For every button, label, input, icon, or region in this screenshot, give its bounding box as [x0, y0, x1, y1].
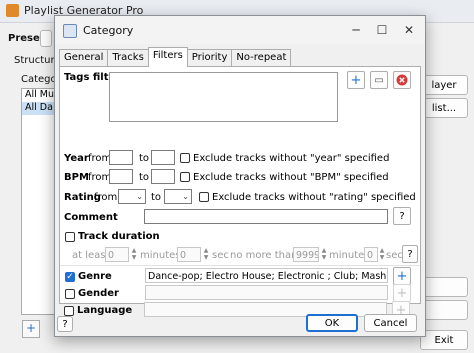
- min-sec-spinner[interactable]: ▲ ▼: [202, 247, 210, 262]
- max-sec-spinner[interactable]: ▲ ▼: [378, 247, 386, 262]
- year-from-input[interactable]: [109, 150, 133, 165]
- minutes-label: minutes: [140, 250, 181, 261]
- app-icon: [6, 4, 19, 17]
- comment-help-button[interactable]: ?: [393, 207, 411, 225]
- year-to-label: to: [139, 153, 150, 164]
- tags-filter-box[interactable]: [109, 72, 338, 122]
- exclude-year-label: Exclude tracks without "year" specified: [193, 153, 390, 164]
- duration-help-button[interactable]: ?: [402, 245, 418, 263]
- tab-priority[interactable]: Priority: [186, 49, 233, 67]
- tab-bar: General Tracks Filters Priority No-repea…: [59, 47, 292, 67]
- gender-label: Gender: [78, 288, 119, 299]
- maximize-icon[interactable]: ☐: [373, 22, 391, 38]
- exclude-bpm-checkbox[interactable]: [180, 172, 190, 182]
- ok-button[interactable]: OK: [306, 314, 358, 332]
- genre-input[interactable]: Dance-pop; Electro House; Electronic ; C…: [145, 268, 388, 283]
- min-minutes-spinner[interactable]: ▲ ▼: [130, 247, 138, 262]
- exclude-rating-label: Exclude tracks without "rating" specifie…: [212, 192, 416, 203]
- tab-filters[interactable]: Filters: [147, 47, 188, 67]
- help-button[interactable]: ?: [57, 316, 73, 332]
- preset-dropdown[interactable]: [40, 30, 52, 47]
- genre-add-icon[interactable]: +: [393, 267, 411, 285]
- bpm-from-input[interactable]: [109, 169, 133, 184]
- filters-panel: Tags filter + ▭ Year from to Exclude tra…: [59, 66, 421, 304]
- side-dropdown[interactable]: [420, 277, 468, 297]
- rating-from-dropdown[interactable]: ⌄: [118, 189, 146, 204]
- edit-icon[interactable]: ▭: [370, 71, 388, 89]
- max-minutes-spinner[interactable]: ▲ ▼: [320, 247, 328, 262]
- track-duration-checkbox[interactable]: [65, 232, 75, 242]
- max-sec-label: sec: [386, 250, 403, 261]
- category-label: Catego: [21, 74, 57, 85]
- track-duration-label: Track duration: [78, 231, 160, 242]
- dialog-titlebar: Category ─ ☐ ✕: [55, 16, 425, 44]
- side-button[interactable]: [420, 300, 468, 320]
- comment-input[interactable]: [144, 209, 388, 224]
- min-minutes-input[interactable]: 0: [105, 247, 129, 262]
- bpm-to-input[interactable]: [151, 169, 175, 184]
- add-tag-icon[interactable]: +: [347, 71, 365, 89]
- tab-tracks[interactable]: Tracks: [107, 49, 149, 67]
- min-sec-input[interactable]: 0: [177, 247, 201, 262]
- year-to-input[interactable]: [151, 150, 175, 165]
- at-least-label: at least: [72, 250, 110, 261]
- tab-general[interactable]: General: [59, 49, 109, 67]
- cancel-button[interactable]: Cancel: [364, 314, 417, 332]
- add-category-button[interactable]: +: [22, 320, 40, 338]
- rating-to-dropdown[interactable]: ⌄: [164, 189, 192, 204]
- divider: [60, 265, 420, 266]
- bpm-to-label: to: [139, 172, 150, 183]
- sec-label: sec: [212, 250, 229, 261]
- language-checkbox[interactable]: [64, 306, 74, 316]
- exclude-rating-checkbox[interactable]: [199, 192, 209, 202]
- genre-label: Genre: [78, 271, 112, 282]
- gender-add-icon[interactable]: +: [393, 284, 411, 302]
- playlist-button[interactable]: list...: [420, 98, 468, 118]
- bpm-label: BPM: [64, 172, 89, 183]
- year-label: Year: [64, 153, 89, 164]
- gender-checkbox[interactable]: [65, 289, 75, 299]
- language-label: Language: [77, 305, 133, 316]
- minimize-icon[interactable]: ─: [347, 22, 365, 38]
- close-icon[interactable]: ✕: [400, 22, 418, 38]
- rating-from-label: from: [94, 192, 118, 203]
- year-from-label: from: [88, 153, 112, 164]
- gender-input[interactable]: [145, 285, 388, 300]
- delete-icon[interactable]: [393, 71, 411, 89]
- player-button[interactable]: layer: [420, 75, 468, 95]
- max-sec-input[interactable]: 0: [364, 247, 378, 262]
- no-more-than-label: no more than: [230, 250, 298, 261]
- dialog-title: Category: [83, 24, 134, 37]
- exclude-year-checkbox[interactable]: [180, 153, 190, 163]
- tab-no-repeat[interactable]: No-repeat: [231, 49, 292, 67]
- window-icon: [63, 24, 77, 38]
- bpm-from-label: from: [88, 172, 112, 183]
- genre-checkbox[interactable]: ✓: [65, 272, 75, 282]
- category-dialog: Category ─ ☐ ✕ General Tracks Filters Pr…: [54, 15, 426, 337]
- exit-button[interactable]: Exit: [420, 330, 468, 350]
- comment-label: Comment: [64, 212, 118, 223]
- max-minutes-input[interactable]: 9999: [293, 247, 319, 262]
- rating-to-label: to: [151, 192, 162, 203]
- exclude-bpm-label: Exclude tracks without "BPM" specified: [193, 172, 389, 183]
